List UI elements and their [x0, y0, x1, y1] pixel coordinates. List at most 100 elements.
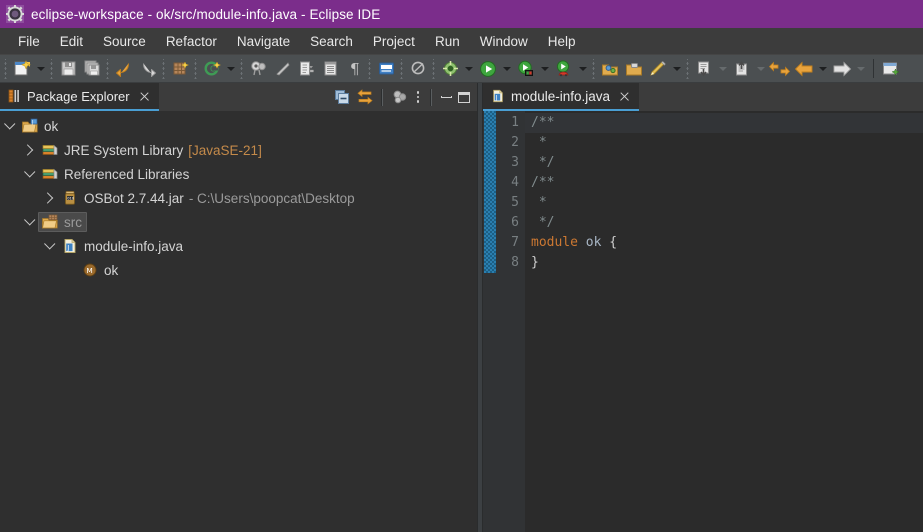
menu-source[interactable]: Source	[93, 32, 156, 51]
tab-module-info-java[interactable]: J module-info.java	[483, 83, 640, 111]
save-icon[interactable]	[57, 58, 79, 80]
toolbar-grip-javatools[interactable]	[239, 58, 245, 79]
back-dropdown-icon[interactable]	[816, 58, 829, 80]
toolbar-grip-undo[interactable]	[105, 58, 111, 79]
menu-file[interactable]: File	[8, 32, 50, 51]
chevron-down-icon[interactable]	[20, 211, 38, 233]
tree-item-osbot-jar[interactable]: 010 OSBot 2.7.44.jar - C:\Users\poopcat\…	[0, 186, 477, 210]
tree-item-module-info-java[interactable]: J module-info.java	[0, 234, 477, 258]
new-java-project-icon[interactable]: C	[201, 58, 223, 80]
previous-annotation-icon[interactable]	[731, 58, 753, 80]
previous-annotation-dropdown-icon[interactable]	[754, 58, 767, 80]
open-perspective-icon[interactable]	[599, 58, 621, 80]
external-tools-icon[interactable]	[271, 58, 293, 80]
menu-edit[interactable]: Edit	[50, 32, 93, 51]
tree-item-module-ok[interactable]: M ok	[0, 258, 477, 282]
debug-dropdown-icon[interactable]	[538, 58, 551, 80]
toggle-block-selection-icon[interactable]	[295, 58, 317, 80]
back-arrow-icon[interactable]	[793, 58, 815, 80]
undo-arrow-icon[interactable]	[113, 58, 135, 80]
code-line[interactable]: *	[525, 193, 923, 213]
new-java-project-dropdown-icon[interactable]	[224, 58, 237, 80]
chevron-right-icon[interactable]	[40, 187, 58, 209]
highlighter-icon[interactable]	[647, 58, 669, 80]
highlighter-dropdown-icon[interactable]	[670, 58, 683, 80]
skip-breakpoints-dropdown-icon[interactable]	[462, 58, 475, 80]
code-token: {	[609, 235, 618, 250]
chevron-down-icon[interactable]	[0, 115, 18, 137]
tree-item-project-ok[interactable]: J ok	[0, 114, 477, 138]
window-title: eclipse-workspace - ok/src/module-info.j…	[31, 6, 381, 22]
save-all-icon[interactable]	[81, 58, 103, 80]
collapse-all-icon[interactable]	[331, 87, 352, 108]
tab-package-explorer[interactable]: Package Explorer	[0, 83, 159, 111]
coverage-dropdown-icon[interactable]	[576, 58, 589, 80]
change-bar	[484, 111, 496, 273]
next-annotation-icon[interactable]	[693, 58, 715, 80]
tree-item-referenced-libraries[interactable]: Referenced Libraries	[0, 162, 477, 186]
view-menu-icon[interactable]	[389, 87, 410, 108]
package-explorer-tree[interactable]: J ok JRE System Library [JavaSE-21] Refe…	[0, 111, 477, 532]
close-icon[interactable]	[138, 90, 151, 103]
back-forward-pair-icon[interactable]	[769, 58, 791, 80]
link-with-editor-icon[interactable]	[354, 87, 375, 108]
toolbar-grip-save[interactable]	[49, 58, 55, 79]
run-icon[interactable]	[477, 58, 499, 80]
code-line[interactable]: }	[525, 253, 923, 273]
toolbar-grip[interactable]	[3, 58, 9, 79]
toolbar-grip-console[interactable]	[367, 58, 373, 79]
new-wizard-icon[interactable]	[11, 58, 33, 80]
paragraph-mark-icon[interactable]: ¶	[343, 58, 365, 80]
menu-search[interactable]: Search	[300, 32, 363, 51]
toolbar-grip-build[interactable]	[161, 58, 167, 79]
open-folder-icon[interactable]	[623, 58, 645, 80]
code-line[interactable]: /**	[525, 173, 923, 193]
chevron-right-icon[interactable]	[20, 139, 38, 161]
menu-run[interactable]: Run	[425, 32, 470, 51]
code-line[interactable]: */	[525, 213, 923, 233]
menu-help[interactable]: Help	[538, 32, 586, 51]
package-explorer-tabrow: Package Explorer	[0, 83, 477, 111]
minimize-icon[interactable]	[437, 87, 455, 108]
editor-body[interactable]: 1 2 3 4 5 6 7 8 /** * */ /** * */ module o…	[483, 111, 923, 532]
code-text-area[interactable]: /** * */ /** * */ module ok {}	[525, 111, 923, 532]
code-line[interactable]: *	[525, 133, 923, 153]
open-type-icon[interactable]	[247, 58, 269, 80]
toolbar-grip-search[interactable]	[399, 58, 405, 79]
code-token: *	[531, 195, 547, 210]
menu-project[interactable]: Project	[363, 32, 425, 51]
chevron-down-icon[interactable]	[20, 163, 38, 185]
kebab-menu-icon[interactable]	[411, 87, 425, 108]
maximize-icon[interactable]	[455, 87, 473, 108]
skip-breakpoints-icon[interactable]	[439, 58, 461, 80]
code-line[interactable]: /**	[525, 113, 923, 133]
annotation-ruler[interactable]	[483, 111, 497, 532]
toolbar-grip-debugrun[interactable]	[431, 58, 437, 79]
search-icon[interactable]	[407, 58, 429, 80]
forward-arrow-icon[interactable]	[831, 58, 853, 80]
tree-item-src[interactable]: src	[0, 210, 477, 234]
new-wizard-dropdown-icon[interactable]	[34, 58, 47, 80]
build-all-icon[interactable]	[169, 58, 191, 80]
debug-icon[interactable]	[515, 58, 537, 80]
run-dropdown-icon[interactable]	[500, 58, 513, 80]
new-window-icon[interactable]	[880, 58, 902, 80]
menu-navigate[interactable]: Navigate	[227, 32, 300, 51]
code-line[interactable]: module ok {	[525, 233, 923, 253]
forward-dropdown-icon[interactable]	[854, 58, 867, 80]
next-annotation-dropdown-icon[interactable]	[716, 58, 729, 80]
console-icon[interactable]	[375, 58, 397, 80]
menu-refactor[interactable]: Refactor	[156, 32, 227, 51]
menu-window[interactable]: Window	[470, 32, 538, 51]
close-icon[interactable]	[618, 90, 631, 103]
show-whitespace-icon[interactable]	[319, 58, 341, 80]
toolbar-grip-annotation[interactable]	[685, 58, 691, 79]
tree-item-jre-system-library[interactable]: JRE System Library [JavaSE-21]	[0, 138, 477, 162]
code-line[interactable]: */	[525, 153, 923, 173]
coverage-icon[interactable]	[553, 58, 575, 80]
redo-arrow-icon[interactable]	[137, 58, 159, 80]
chevron-down-icon[interactable]	[40, 235, 58, 257]
toolbar-grip-javaproj[interactable]	[193, 58, 199, 79]
toolbar-grip-perspective[interactable]	[591, 58, 597, 79]
toolbar-separator	[873, 59, 874, 78]
